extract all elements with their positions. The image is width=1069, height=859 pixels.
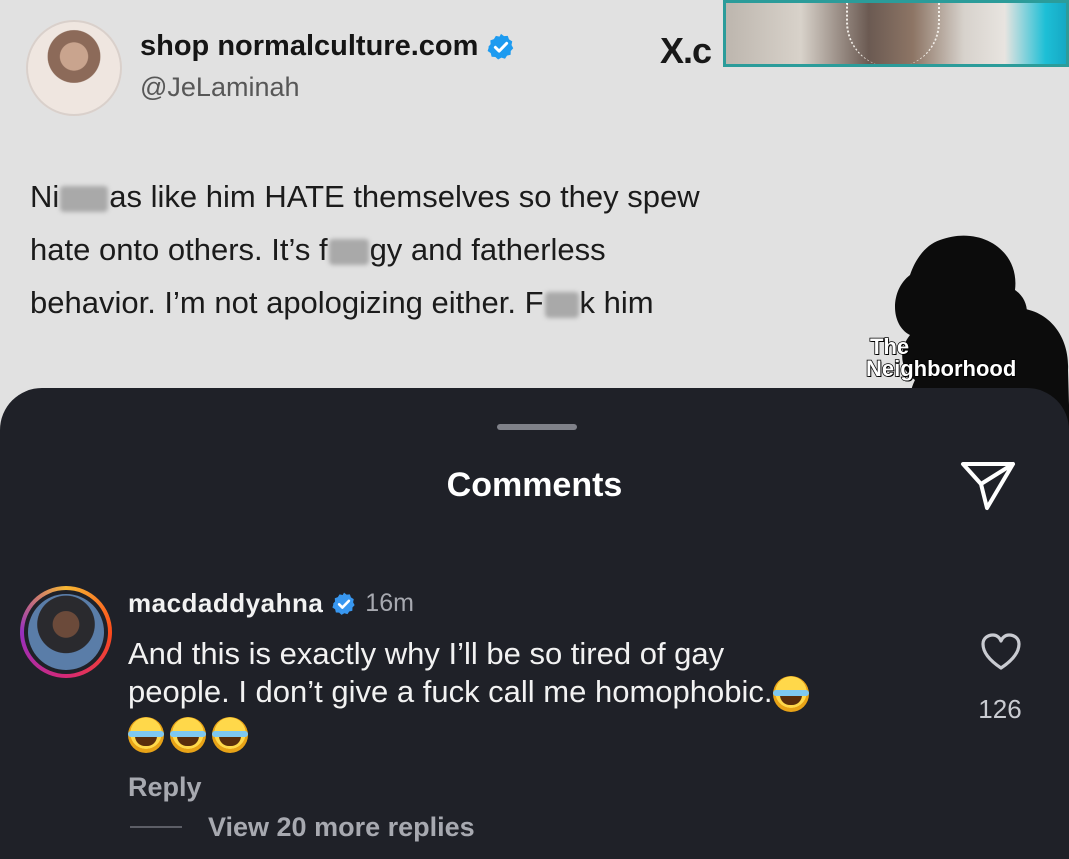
send-icon[interactable] [957, 456, 1019, 514]
commenter-avatar[interactable] [20, 586, 112, 678]
tweet-author-avatar [26, 20, 122, 116]
tweet-line-3: behavior. I’m not apologizing either. Fk… [30, 285, 654, 320]
comment-text: And this is exactly why I’ll be so tired… [128, 635, 908, 753]
verified-badge-icon [332, 592, 355, 615]
comment-header: macdaddyahna 16m [128, 588, 414, 619]
replies-divider [130, 826, 182, 828]
comment-timestamp: 16m [365, 589, 414, 617]
laughing-emoji-icon [128, 716, 164, 753]
laughing-emoji-icon [170, 716, 206, 753]
sheet-grabber[interactable] [497, 424, 577, 430]
censor-blur [544, 291, 579, 318]
tweet-line-2: hate onto others. It’s f gy and fatherles… [30, 232, 606, 267]
comment-username[interactable]: macdaddyahna [128, 588, 323, 619]
tweet-display-name: shop normalculture.com [140, 30, 479, 62]
comments-sheet: Comments macdaddyahna 16m And this is ex… [0, 388, 1069, 859]
comment-line-1: And this is exactly why I’ll be so tired… [128, 636, 725, 671]
verified-badge-icon [488, 33, 514, 59]
tweet-author-row: shop normalculture.com [140, 30, 516, 63]
laughing-emoji-icon [772, 675, 809, 712]
heart-icon[interactable] [980, 632, 1022, 672]
laughing-emoji-icon [212, 716, 248, 753]
tweet-line-1: Ni as like him HATE themselves so they sp… [30, 179, 700, 214]
censor-blur [328, 238, 369, 265]
watermark-text: The Neighborhood [865, 334, 1017, 381]
tweet-screenshot: shop normalculture.com @JeLaminah X.c Ni… [0, 0, 1069, 440]
reply-button[interactable]: Reply [128, 772, 202, 803]
x-brand-text: X.c [660, 30, 712, 71]
tweet-text: Ni as like him HATE themselves so they sp… [30, 170, 830, 329]
emoji-row [128, 714, 908, 753]
like-count: 126 [978, 694, 1022, 724]
comments-title: Comments [446, 466, 623, 504]
view-more-replies-button[interactable]: View 20 more replies [208, 812, 475, 843]
tweet-handle: @JeLaminah [140, 72, 300, 102]
censor-blur [60, 185, 109, 212]
comment-line-2: people. I don’t give a fuck call me homo… [128, 673, 908, 712]
inset-photo [723, 0, 1069, 67]
